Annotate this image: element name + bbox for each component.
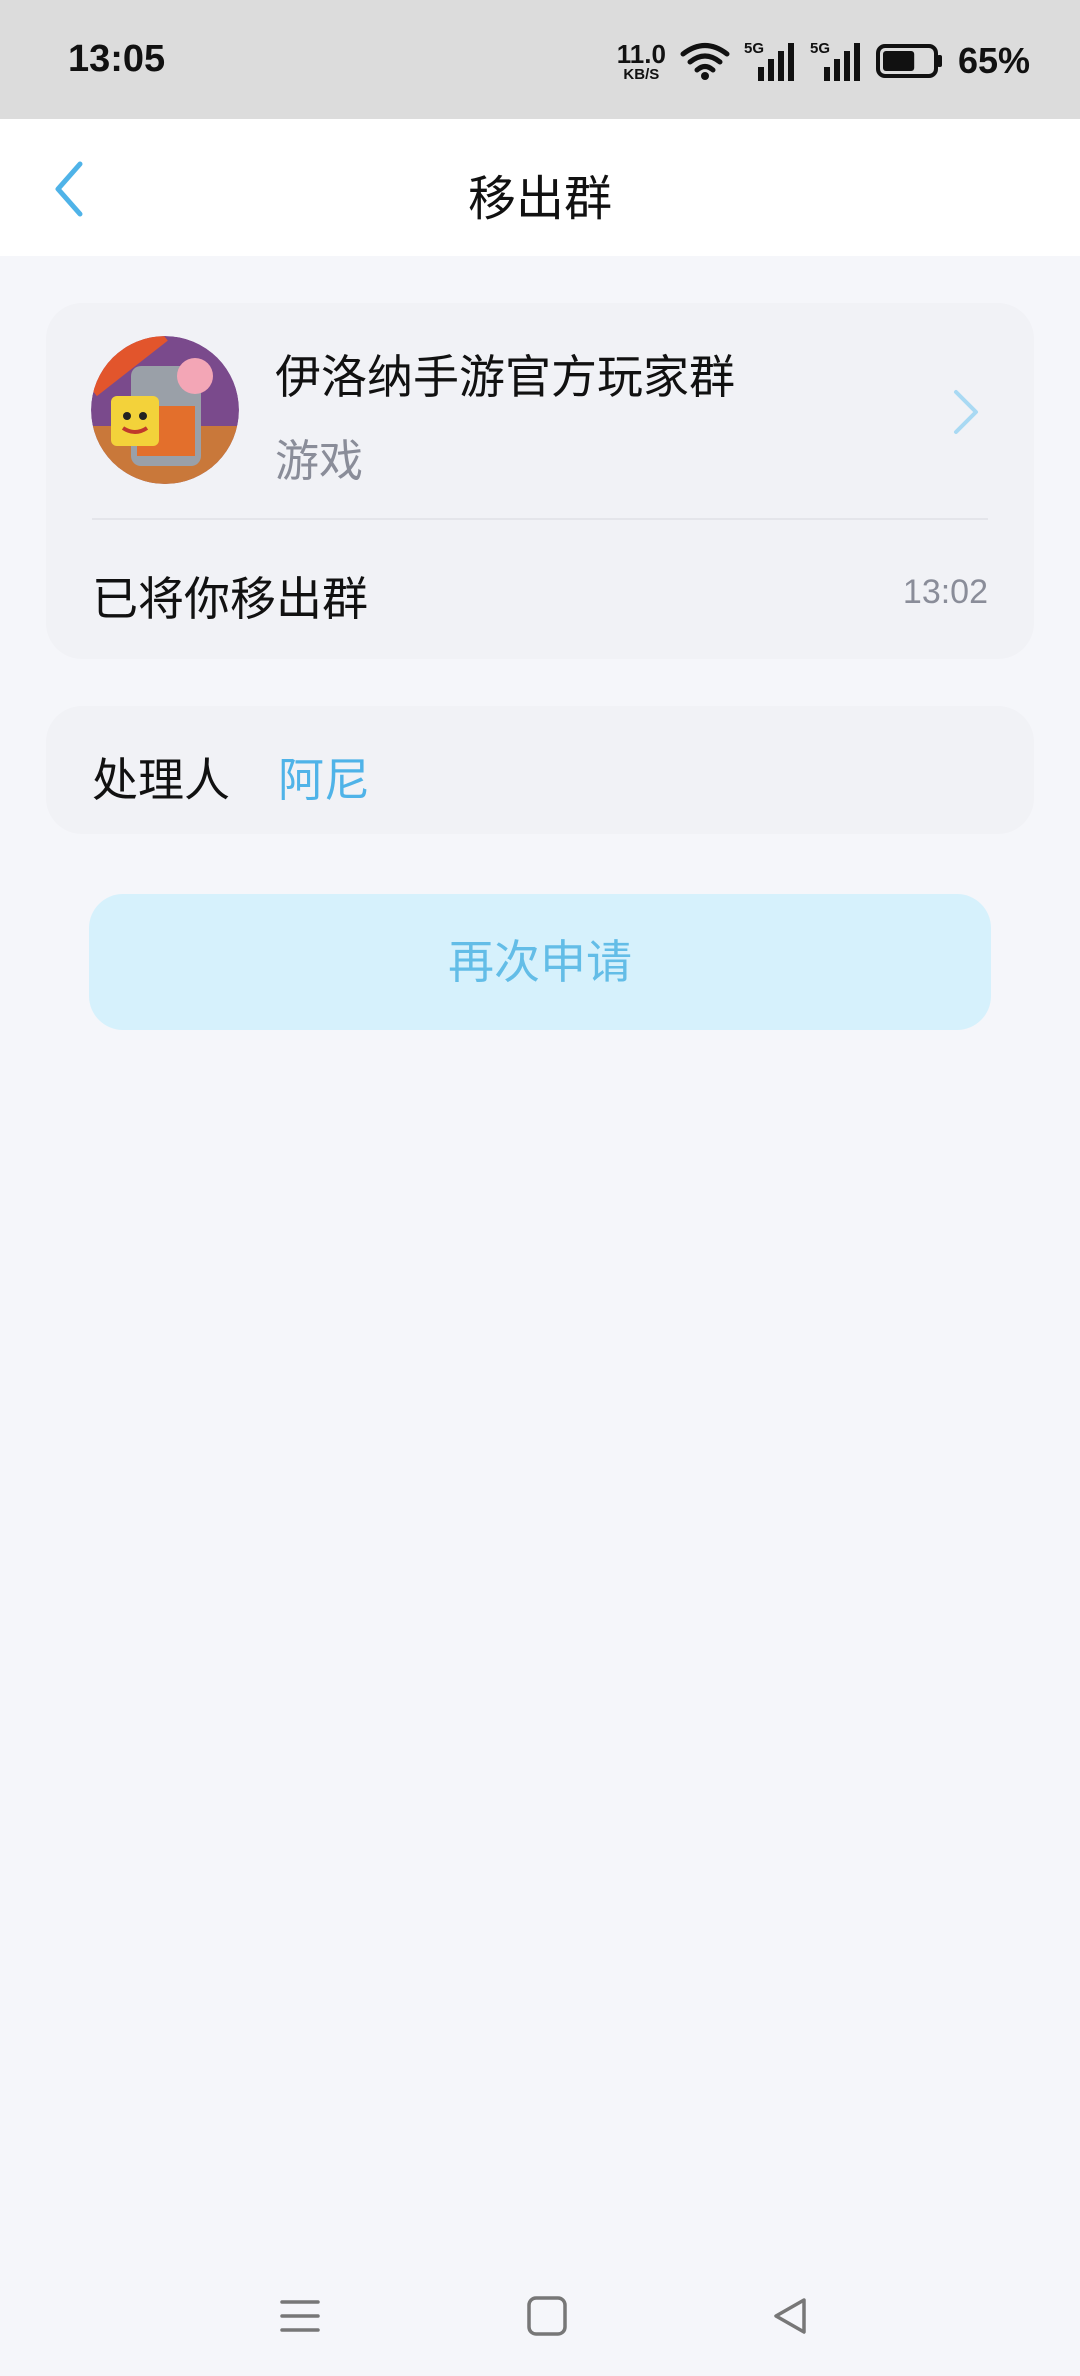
group-name: 伊洛纳手游官方玩家群: [275, 350, 735, 404]
removal-message: 已将你移出群: [92, 572, 368, 626]
battery-percent: 65%: [957, 40, 1030, 81]
handler-label: 处理人: [92, 753, 230, 807]
reapply-button[interactable]: 再次申请: [89, 894, 991, 1030]
status-icons: 11.0 KB/S 5G 5G 65%: [617, 36, 1030, 86]
system-nav-bar: [0, 2256, 1080, 2376]
menu-icon: [280, 2300, 320, 2332]
network-speed: 11.0 KB/S: [617, 41, 666, 82]
group-avatar: [91, 336, 239, 484]
cellular-signal-icon-2: 5G: [810, 40, 860, 81]
home-button[interactable]: [515, 2284, 579, 2348]
group-category: 游戏: [275, 436, 363, 487]
wifi-icon: [680, 43, 730, 80]
removal-time: 13:02: [902, 573, 988, 611]
divider: [92, 518, 988, 520]
status-bar: 13:05 11.0 KB/S 5G 5G 65%: [0, 0, 1080, 119]
top-nav-bar: 移出群: [0, 119, 1080, 256]
home-square-icon: [527, 2296, 567, 2336]
network-speed-value: 11.0: [616, 38, 666, 69]
network-speed-unit: KB/S: [623, 65, 660, 83]
status-time: 13:05: [68, 38, 166, 80]
group-avatar-image: [91, 336, 239, 484]
signal-label-2: 5G: [810, 40, 830, 57]
signal-label-1: 5G: [744, 40, 764, 57]
handler-card: 处理人 阿尼: [46, 706, 1034, 834]
menu-button[interactable]: [268, 2284, 332, 2348]
chevron-right-icon: [954, 390, 978, 434]
handler-name-link[interactable]: 阿尼: [278, 744, 370, 810]
system-back-button[interactable]: [758, 2284, 822, 2348]
cellular-signal-icon: 5G: [744, 40, 794, 81]
group-info-card[interactable]: 伊洛纳手游官方玩家群 游戏 已将你移出群 13:02: [46, 303, 1034, 659]
battery-icon: [875, 44, 942, 78]
back-triangle-icon: [774, 2298, 806, 2334]
page-title: 移出群: [467, 171, 612, 227]
